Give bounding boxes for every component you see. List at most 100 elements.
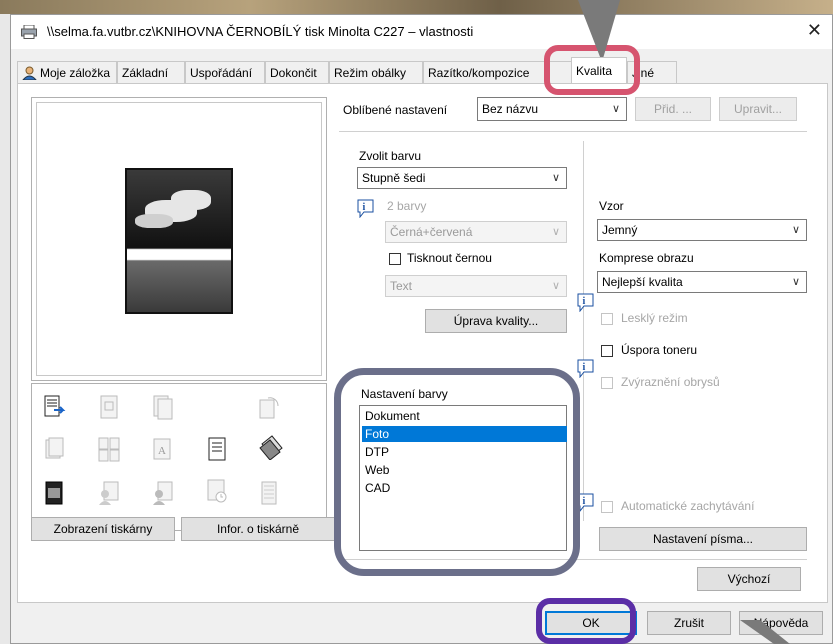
vertical-separator [583,141,584,521]
gloss-mode-checkbox[interactable] [601,313,613,325]
two-colors-value: Černá+červená [390,225,473,239]
banner-page-icon [261,481,277,505]
desktop-background [0,0,833,14]
list-item[interactable]: DTP [362,444,567,460]
tab-label: Razítko/kompozice [428,66,530,80]
preview-photo [125,168,233,314]
scheduled-print-icon [207,479,227,503]
list-item[interactable]: Web [362,462,567,478]
auto-trap-label: Automatické zachytávání [621,499,755,513]
favorites-label: Oblíbené nastavení [343,103,448,117]
select-color-value: Stupně šedi [362,171,426,185]
cancel-button[interactable]: Zrušit [647,611,731,635]
rotated-pages-icon [259,435,283,460]
multi-page-icon [98,437,120,462]
svg-text:i: i [363,202,366,213]
chevron-down-icon: ∨ [791,224,800,236]
edit-favorite-button[interactable]: Upravit... [719,97,797,121]
print-black-value: Text [390,279,413,293]
help-button[interactable]: Nápověda [739,611,823,635]
edge-enhance-label: Zvýraznění obrysů [621,375,720,389]
list-item[interactable]: CAD [362,480,567,496]
pattern-label: Vzor [599,199,624,213]
svg-text:i: i [583,362,586,373]
print-to-tray-icon [44,395,66,417]
tab-label: Uspořádání [190,66,253,80]
info-icon[interactable]: i [577,493,594,512]
chevron-down-icon: ∨ [791,276,800,288]
tab-label: Dokončit [270,66,317,80]
staple-icon [100,395,118,419]
tab-zakladni[interactable]: Základní [117,61,185,83]
info-icon[interactable]: i [577,293,594,312]
quality-adjust-button[interactable]: Úprava kvality... [425,309,567,333]
tab-bar: Moje záložka Základní Uspořádání Dokonči… [17,57,817,83]
edge-enhance-checkbox[interactable] [601,377,613,389]
text-page-icon: A [153,438,171,460]
tab-label: Jiné [632,66,655,80]
tab-label: Základní [122,66,169,80]
color-settings-list[interactable]: Dokument Foto DTP Web CAD [359,405,567,551]
tab-rezim-obalky[interactable]: Režim obálky [329,61,423,83]
stack-icon [45,437,64,459]
tab-razitko-kompozice[interactable]: Razítko/kompozice [423,61,573,83]
chevron-down-icon: ∨ [611,103,620,115]
info-icon[interactable]: i [357,199,374,218]
svg-text:i: i [583,296,586,307]
select-color-label: Zvolit barvu [359,149,422,163]
add-favorite-button[interactable]: Přid. ... [635,97,711,121]
separator [339,559,807,560]
chevron-down-icon: ∨ [551,172,560,184]
status-icon-panel: A [31,383,327,531]
window-title: \\selma.fa.vutbr.cz\KNIHOVNA ČERNOBÍLÝ t… [47,24,474,39]
tab-moje-zalozka[interactable]: Moje záložka [17,61,117,83]
favorites-value: Bez názvu [482,102,539,116]
user-icon [22,66,37,80]
printer-view-button[interactable]: Zobrazení tiskárny [31,517,175,541]
tab-dokoncit[interactable]: Dokončit [265,61,329,83]
color-settings-label: Nastavení barvy [361,387,448,401]
auto-trap-checkbox[interactable] [601,501,613,513]
tab-label: Moje záložka [40,66,111,80]
rotate-icon [259,397,279,419]
print-black-dropdown[interactable]: Text ∨ [385,275,567,297]
user-auth-icon [99,481,119,505]
photo-page-icon [45,481,63,505]
title-bar: \\selma.fa.vutbr.cz\KNIHOVNA ČERNOBÍLÝ t… [11,15,832,49]
tab-label: Režim obálky [334,66,407,80]
tab-usporadani[interactable]: Uspořádání [185,61,265,83]
select-color-dropdown[interactable]: Stupně šedi ∨ [357,167,567,189]
tab-kvalita[interactable]: Kvalita [571,57,627,83]
two-colors-dropdown[interactable]: Černá+červená ∨ [385,221,567,243]
default-button[interactable]: Výchozí [697,567,801,591]
print-preview [31,97,327,381]
pattern-value: Jemný [602,223,638,237]
font-settings-button[interactable]: Nastavení písma... [599,527,807,551]
svg-text:i: i [583,496,586,507]
duplex-icon [153,395,173,420]
print-black-checkbox[interactable] [389,253,401,265]
chevron-down-icon: ∨ [551,280,560,292]
compression-dropdown[interactable]: Nejlepší kvalita ∨ [597,271,807,293]
info-icon[interactable]: i [577,359,594,378]
gloss-mode-label: Lesklý režim [621,311,688,325]
close-icon[interactable]: ✕ [807,20,822,41]
printer-info-button[interactable]: Infor. o tiskárně [181,517,335,541]
list-item[interactable]: Dokument [362,408,567,424]
list-item-selected[interactable]: Foto [362,426,567,442]
compression-label: Komprese obrazu [599,251,694,265]
tab-jine[interactable]: Jiné [627,61,677,83]
two-colors-label: 2 barvy [387,199,427,213]
form-page-icon [208,437,226,461]
compression-value: Nejlepší kvalita [602,275,683,289]
separator [339,131,807,132]
tab-label: Kvalita [576,64,613,78]
print-black-label: Tisknout černou [407,251,492,265]
chevron-down-icon: ∨ [551,226,560,238]
pattern-dropdown[interactable]: Jemný ∨ [597,219,807,241]
toner-save-label: Úspora toneru [621,343,698,357]
svg-text:A: A [158,445,166,457]
favorites-select[interactable]: Bez názvu ∨ [477,97,627,121]
toner-save-checkbox[interactable] [601,345,613,357]
ok-button[interactable]: OK [545,611,637,635]
